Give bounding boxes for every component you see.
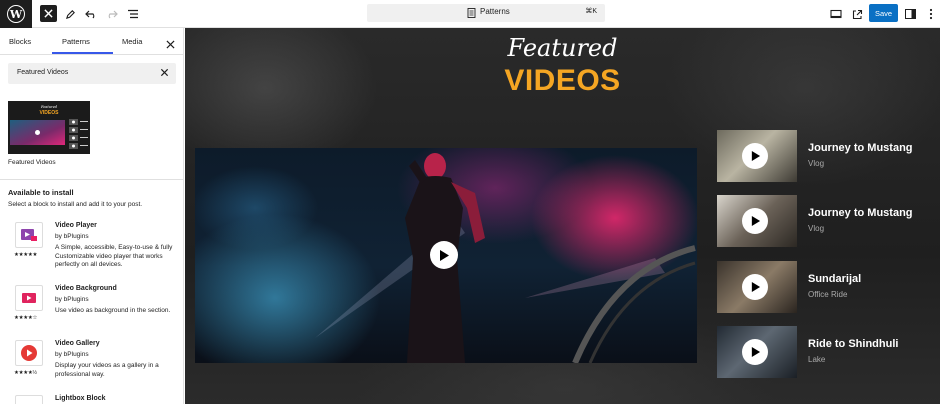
plugin-author: by bPlugins [55, 351, 89, 358]
video-thumbnail [717, 195, 797, 247]
close-icon [166, 40, 175, 49]
video-list-item[interactable]: Sundarijal Office Ride [717, 261, 937, 315]
tab-patterns[interactable]: Patterns [62, 37, 90, 46]
play-button[interactable] [742, 274, 768, 300]
video-thumbnail [717, 326, 797, 378]
document-icon [467, 8, 476, 18]
desktop-icon [830, 9, 842, 19]
heading-featured[interactable]: Featured [185, 34, 940, 62]
svg-text:Featured: Featured [40, 105, 58, 109]
plugin-name: Video Gallery [55, 340, 100, 347]
video-title: Journey to Mustang [808, 142, 913, 154]
close-icon [44, 9, 53, 18]
video-gallery-icon [15, 340, 43, 366]
clear-search-icon[interactable] [160, 68, 169, 77]
external-link-icon [852, 9, 862, 19]
active-tab-indicator [52, 52, 113, 54]
video-list-item[interactable]: Journey to Mustang Vlog [717, 195, 937, 249]
list-view-icon [128, 9, 138, 19]
play-icon [751, 150, 760, 162]
plugin-description: Display your videos as a gallery in a pr… [55, 362, 159, 378]
play-button[interactable] [742, 339, 768, 365]
video-list-item[interactable]: Ride to Shindhuli Lake [717, 326, 937, 380]
video-title: Sundarijal [808, 273, 862, 285]
pattern-search-input[interactable]: Featured Videos [8, 63, 176, 84]
video-background-icon [15, 285, 43, 311]
plugin-description: Use video as background in the section. [55, 307, 171, 314]
play-button[interactable] [742, 143, 768, 169]
command-palette-button[interactable]: Patterns ⌘K [367, 4, 605, 22]
video-player-icon [15, 222, 43, 248]
view-site-button[interactable] [848, 4, 866, 24]
undo-icon [85, 10, 95, 19]
tab-media[interactable]: Media [122, 37, 142, 46]
redo-icon [108, 10, 118, 19]
editor-canvas[interactable]: Featured VIDEOS Journey to Mustang Vlog [185, 28, 940, 404]
close-inserter-panel-button[interactable] [166, 36, 175, 54]
wordpress-icon: W [7, 5, 25, 23]
video-subtitle: Vlog [808, 159, 825, 168]
video-list-item[interactable]: Journey to Mustang Vlog [717, 130, 937, 184]
play-icon [751, 215, 760, 227]
play-icon [440, 249, 449, 261]
inserter-tabs: Blocks Patterns Media [0, 28, 183, 55]
play-button[interactable] [742, 208, 768, 234]
redo-button[interactable] [103, 4, 121, 24]
more-vertical-icon [929, 8, 933, 20]
play-icon [751, 346, 760, 358]
available-to-install-description: Select a block to install and add it to … [8, 201, 143, 208]
plugin-name: Lightbox Block [55, 395, 106, 402]
wordpress-logo-button[interactable]: W [0, 0, 32, 28]
play-button[interactable] [430, 241, 458, 269]
undo-button[interactable] [82, 4, 100, 24]
rating-stars: ★★★★☆ [14, 315, 38, 321]
save-button[interactable]: Save [869, 4, 898, 22]
plugin-author: by bPlugins [55, 233, 89, 240]
video-subtitle: Lake [808, 355, 826, 364]
settings-sidebar-button[interactable] [901, 4, 919, 24]
plugin-name: Video Background [55, 285, 117, 292]
video-thumbnail [717, 130, 797, 182]
tab-blocks[interactable]: Blocks [9, 37, 31, 46]
pencil-icon [65, 9, 75, 19]
video-subtitle: Office Ride [808, 290, 848, 299]
view-button[interactable] [827, 4, 845, 24]
featured-videos-pattern-preview[interactable]: Featured VIDEOS [8, 101, 90, 154]
video-subtitle: Vlog [808, 224, 825, 233]
sidebar-toggle-icon [904, 9, 916, 19]
editor-top-toolbar: W Patterns ⌘K Save [0, 0, 940, 28]
lightbox-icon [15, 395, 43, 404]
play-icon [751, 281, 760, 293]
pattern-caption: Featured Videos [8, 159, 56, 166]
pattern-preview-image: Featured VIDEOS [8, 101, 90, 154]
command-palette-label: Patterns [480, 7, 510, 16]
plugin-author: by bPlugins [55, 296, 89, 303]
command-shortcut: ⌘K [585, 8, 597, 15]
sidebar-divider [0, 179, 183, 180]
main-video-player[interactable] [195, 148, 697, 363]
tools-button[interactable] [61, 4, 79, 24]
close-inserter-button[interactable] [40, 5, 57, 22]
video-title: Journey to Mustang [808, 207, 913, 219]
heading-videos[interactable]: VIDEOS [185, 64, 940, 98]
rating-stars: ★★★★★ [14, 252, 38, 258]
available-to-install-heading: Available to install [8, 188, 74, 197]
plugin-name: Video Player [55, 222, 97, 229]
rating-stars: ★★★★½ [14, 370, 37, 376]
block-inserter-sidebar: Blocks Patterns Media Featured Videos Fe… [0, 28, 184, 404]
search-value: Featured Videos [17, 69, 69, 76]
video-thumbnail [717, 261, 797, 313]
document-overview-button[interactable] [124, 4, 142, 24]
options-menu-button[interactable] [922, 4, 940, 24]
video-title: Ride to Shindhuli [808, 338, 899, 350]
plugin-description: A Simple, accessible, Easy-to-use & full… [55, 244, 173, 268]
svg-text:VIDEOS: VIDEOS [40, 110, 60, 116]
